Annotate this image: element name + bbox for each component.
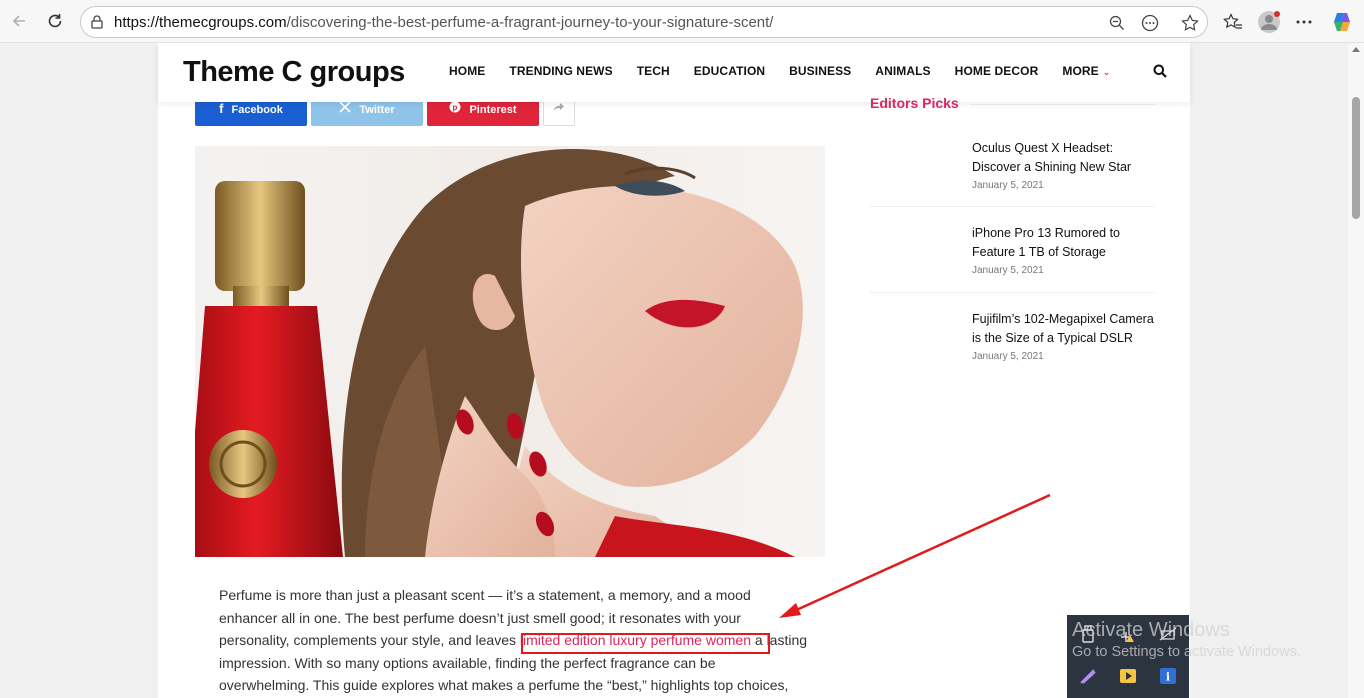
editors-picks-heading: Editors Picks [870,95,959,111]
pinterest-icon: p [449,101,461,116]
nav-animals[interactable]: ANIMALS [875,64,930,78]
nav-education[interactable]: EDUCATION [694,64,765,78]
url-path: /discovering-the-best-perfume-a-fragrant… [286,14,774,31]
pick-divider [870,292,1155,293]
pick-title[interactable]: iPhone Pro 13 Rumored to Feature 1 TB of… [972,224,1157,261]
media-player-icon[interactable] [1115,663,1141,689]
site-container: f Facebook Twitter p Pinterest Theme C g… [158,43,1190,698]
pick-date: January 5, 2021 [972,180,1044,191]
heading-divider [970,104,1155,105]
pick-title[interactable]: Oculus Quest X Headset: Discover a Shini… [972,139,1157,176]
pick-thumbnail[interactable] [870,139,958,199]
pick-title[interactable]: Fujifilm’s 102-Megapixel Camera is the S… [972,310,1157,347]
activate-windows-subtitle: Go to Settings to activate Windows. [1072,644,1301,660]
page-viewport: f Facebook Twitter p Pinterest Theme C g… [0,43,1348,698]
editors-pick-item[interactable]: Oculus Quest X Headset: Discover a Shini… [870,139,1155,199]
favorite-star-icon[interactable] [1180,13,1200,33]
svg-text:i: i [1166,671,1170,684]
url-domain: https://themecgroups.com [114,14,287,31]
lock-icon[interactable] [91,15,103,29]
x-twitter-icon [339,101,351,116]
nav-business[interactable]: BUSINESS [789,64,851,78]
editors-pick-item[interactable]: iPhone Pro 13 Rumored to Feature 1 TB of… [870,224,1155,284]
nav-trending-news[interactable]: TRENDING NEWS [509,64,612,78]
svg-text:p: p [453,103,458,112]
pick-date: January 5, 2021 [972,265,1044,276]
refresh-icon[interactable] [43,9,67,33]
browser-toolbar: https://themecgroups.com/discovering-the… [0,0,1364,43]
pen-icon[interactable] [1075,663,1101,689]
share-pinterest-label: Pinterest [469,104,517,116]
facebook-icon: f [219,101,224,116]
zoom-out-icon[interactable] [1107,13,1127,33]
pick-divider [870,206,1155,207]
activate-windows-title: Activate Windows [1072,619,1230,641]
pick-date: January 5, 2021 [972,351,1044,362]
editors-pick-item[interactable]: Fujifilm’s 102-Megapixel Camera is the S… [870,310,1155,370]
copilot-icon[interactable] [1330,10,1354,34]
back-icon[interactable] [7,9,31,33]
search-icon[interactable] [1153,64,1167,78]
annotation-highlight-box [521,633,770,654]
more-menu-icon[interactable] [1292,10,1316,34]
nav-home-decor[interactable]: HOME DECOR [955,64,1039,78]
site-header: Theme C groups HOME TRENDING NEWS TECH E… [158,43,1190,102]
pick-thumbnail[interactable] [870,310,958,370]
nav-tech[interactable]: TECH [637,64,670,78]
info-icon[interactable]: i [1155,663,1181,689]
profile-avatar-icon[interactable] [1257,10,1281,34]
share-arrow-icon [553,100,565,115]
url-text[interactable]: https://themecgroups.com/discovering-the… [114,14,773,31]
share-twitter-label: Twitter [359,104,395,116]
nav-home[interactable]: HOME [449,64,485,78]
scrollbar-thumb[interactable] [1352,97,1360,219]
share-facebook-label: Facebook [231,104,283,116]
site-logo[interactable]: Theme C groups [183,56,405,89]
read-aloud-icon[interactable] [1140,13,1160,33]
nav-more-label: MORE [1062,64,1099,78]
pick-thumbnail[interactable] [870,224,958,284]
nav-more[interactable]: MORE ⌄ [1062,64,1110,78]
chevron-down-icon: ⌄ [1102,67,1111,77]
perfume-model-illustration [195,148,803,557]
favorites-icon[interactable] [1221,10,1245,34]
page-scrollbar[interactable] [1348,43,1364,698]
scroll-up-arrow-icon[interactable] [1352,47,1360,52]
address-bar[interactable]: https://themecgroups.com/discovering-the… [80,6,1208,38]
main-nav: HOME TRENDING NEWS TECH EDUCATION BUSINE… [449,64,1134,78]
article-hero-image [195,146,825,557]
